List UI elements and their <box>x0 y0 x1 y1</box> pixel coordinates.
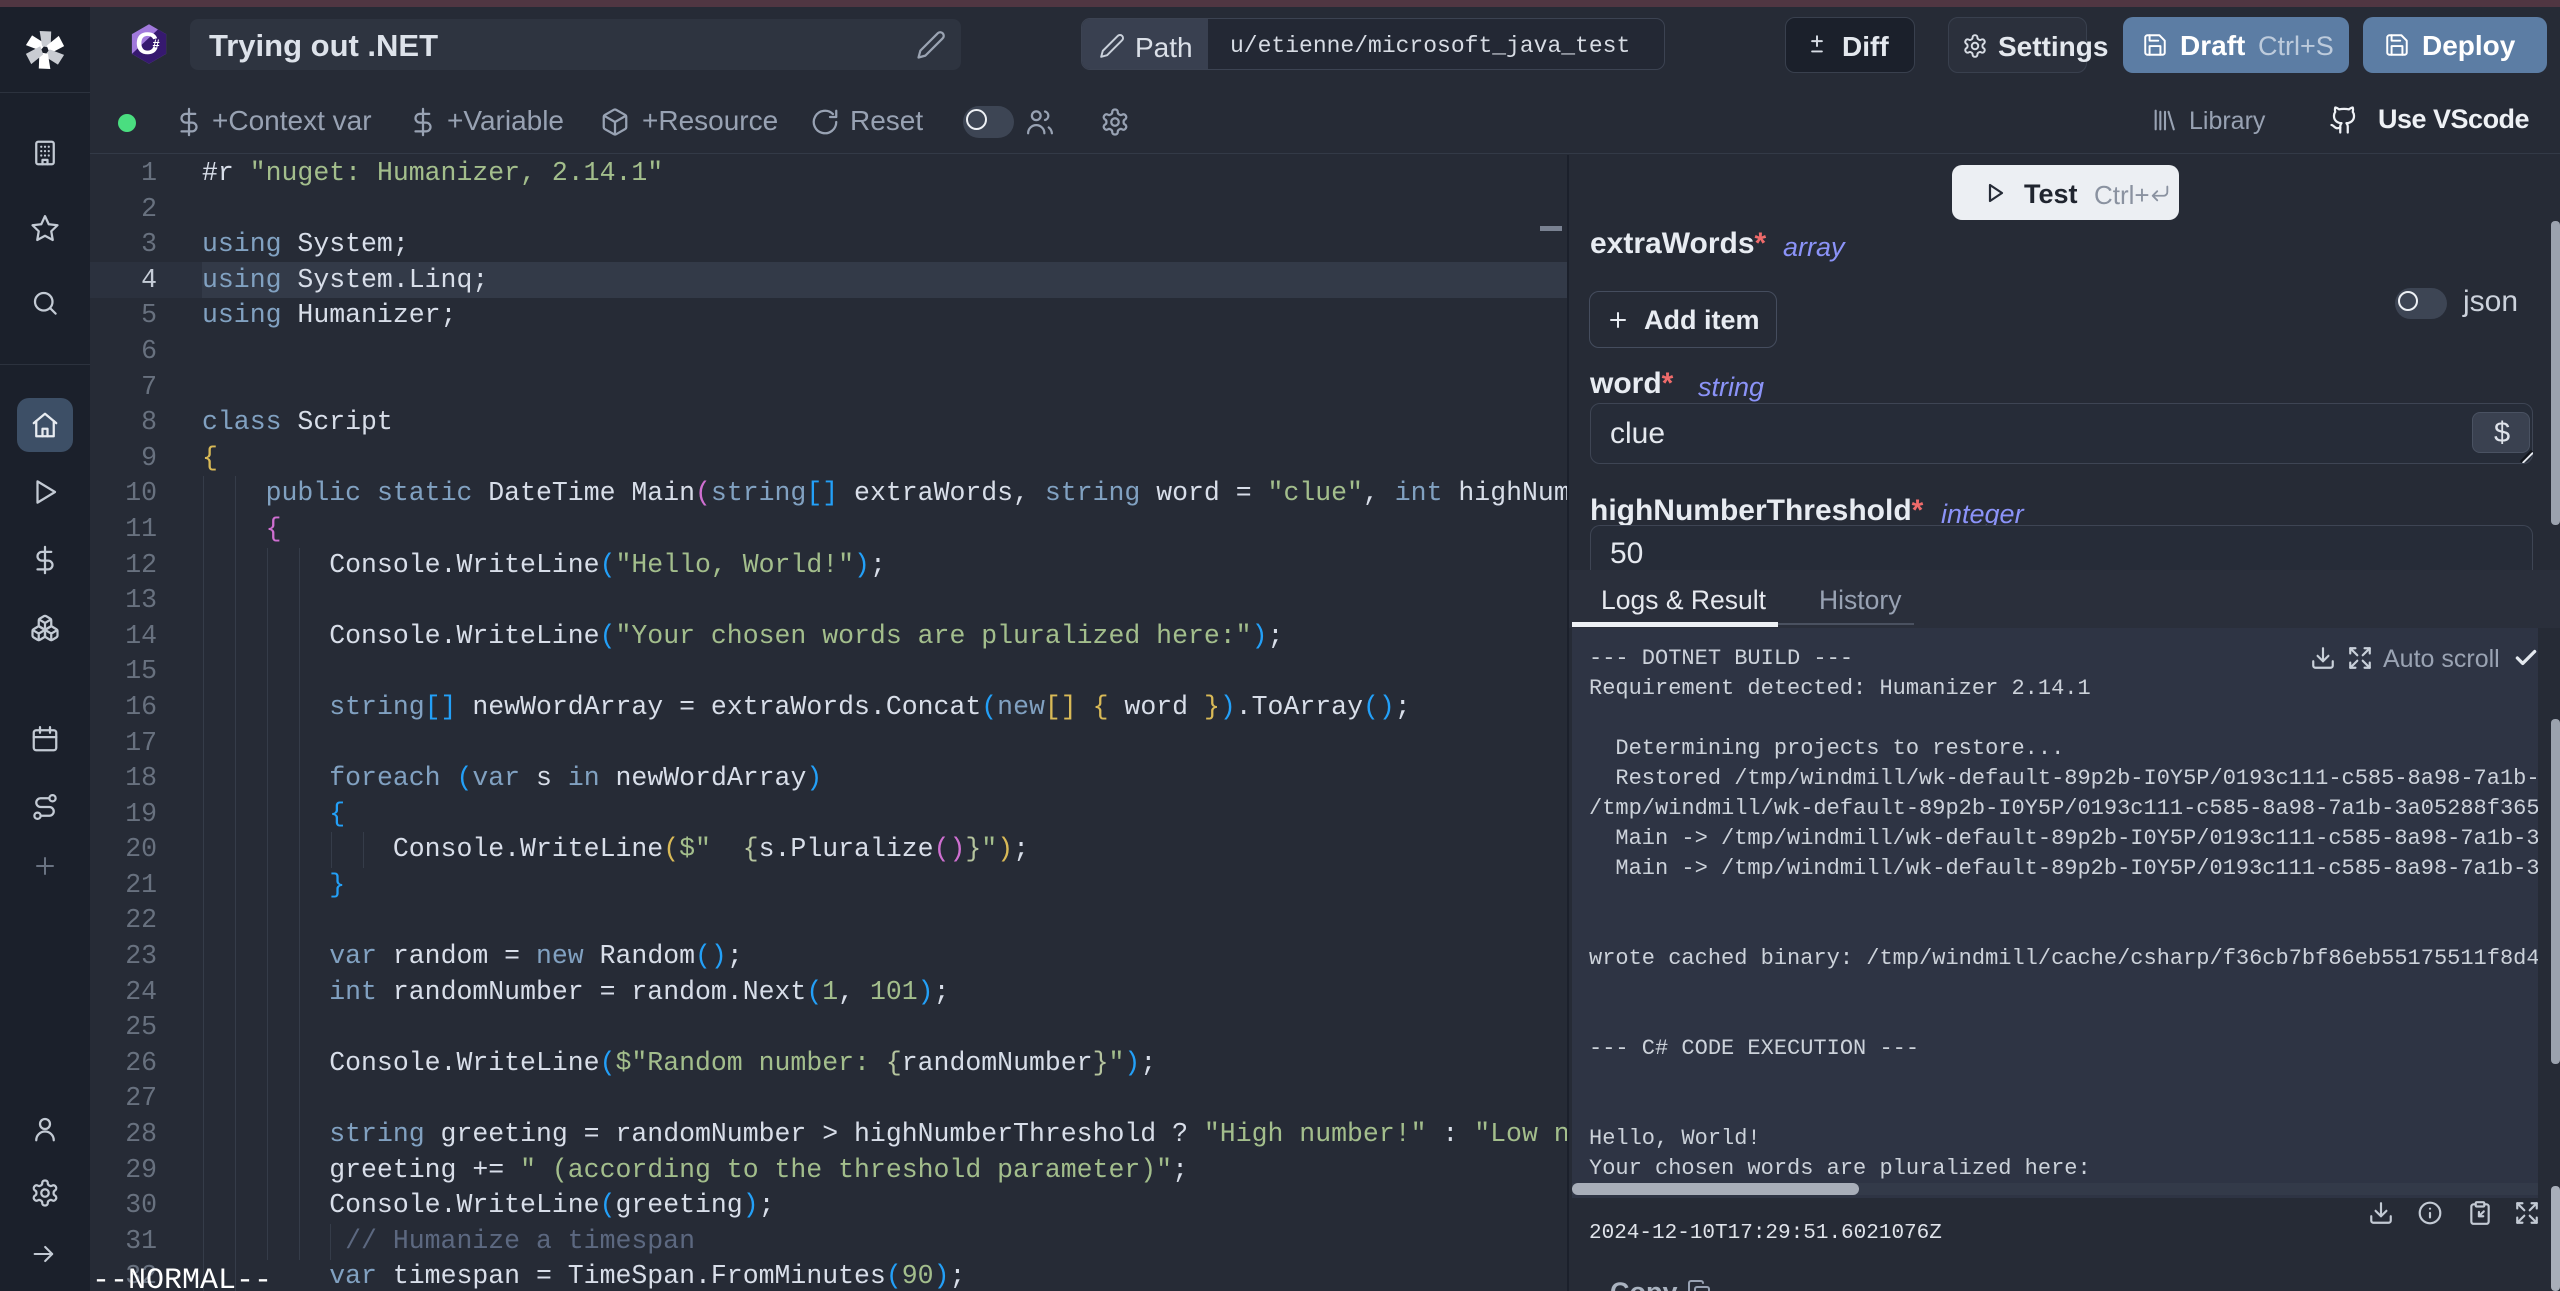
svg-text:#: # <box>153 38 160 52</box>
